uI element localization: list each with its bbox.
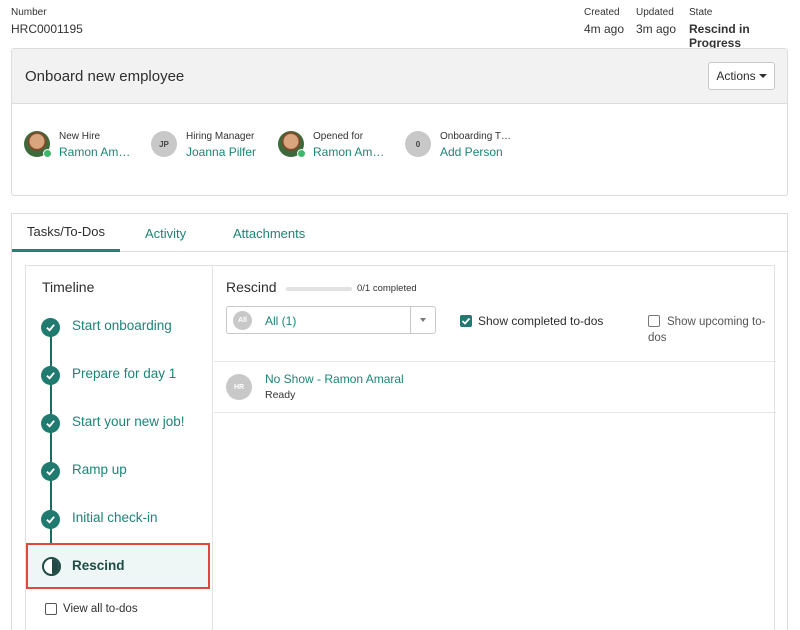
timeline-step[interactable]: Start onboarding bbox=[26, 309, 213, 345]
timeline-step-label: Start onboarding bbox=[72, 318, 172, 333]
stage-title: Rescind bbox=[226, 279, 277, 295]
todo-filter-select[interactable]: All All (1) bbox=[226, 306, 436, 334]
case-header: Onboard new employee Actions bbox=[12, 49, 787, 104]
view-all-todos-label: View all to-dos bbox=[63, 603, 138, 615]
show-completed-checkbox[interactable]: Show completed to-dos bbox=[460, 314, 603, 328]
filter-all-badge: All bbox=[233, 311, 252, 330]
person-name-link[interactable]: Ramon Am… bbox=[313, 145, 384, 159]
avatar: 0 bbox=[405, 131, 431, 157]
checkbox-icon bbox=[45, 603, 57, 615]
tab-attachments[interactable]: Attachments bbox=[218, 214, 320, 252]
timeline-step[interactable]: Initial check-in bbox=[26, 501, 213, 537]
avatar: JP bbox=[151, 131, 177, 157]
task-avatar: HR bbox=[226, 374, 252, 400]
timeline-step[interactable]: Prepare for day 1 bbox=[26, 357, 213, 393]
person-role: Opened for bbox=[313, 131, 364, 142]
timeline-step-label: Start your new job! bbox=[72, 414, 185, 429]
show-upcoming-label: Show upcoming to-dos bbox=[648, 316, 766, 344]
filter-divider bbox=[410, 307, 411, 333]
actions-button-label: Actions bbox=[716, 69, 756, 83]
created-label: Created bbox=[584, 7, 620, 18]
timeline-step-label: Prepare for day 1 bbox=[72, 366, 177, 381]
state-value: Rescind in Progress bbox=[689, 22, 750, 50]
progress-text: 0/1 completed bbox=[357, 283, 417, 294]
timeline-title: Timeline bbox=[42, 279, 95, 295]
timeline-step-current[interactable]: Rescind bbox=[26, 543, 210, 589]
created-field: Created 4m ago bbox=[584, 7, 624, 36]
number-label: Number bbox=[11, 7, 47, 18]
timeline-step[interactable]: Ramp up bbox=[26, 453, 213, 489]
check-circle-icon bbox=[41, 462, 60, 481]
person-role: Hiring Manager bbox=[186, 131, 255, 142]
chevron-down-icon bbox=[420, 318, 426, 322]
task-status: Ready bbox=[265, 389, 296, 401]
half-circle-in-progress-icon bbox=[42, 557, 61, 576]
check-circle-icon bbox=[41, 318, 60, 337]
number-field: Number HRC0001195 bbox=[11, 7, 83, 36]
todo-list-item[interactable]: HR No Show - Ramon Amaral Ready bbox=[214, 362, 776, 413]
case-header-card: Onboard new employee Actions New Hire Ra… bbox=[11, 48, 788, 196]
checkbox-icon bbox=[648, 315, 660, 327]
person-role: New Hire bbox=[59, 131, 101, 142]
updated-value: 3m ago bbox=[636, 22, 677, 36]
state-field: State Rescind in Progress bbox=[689, 7, 800, 50]
tabs-panel: Tasks/To-Dos Activity Attachments Timeli… bbox=[11, 213, 788, 630]
show-upcoming-checkbox[interactable]: Show upcoming to-dos bbox=[648, 314, 768, 346]
show-completed-label: Show completed to-dos bbox=[478, 314, 604, 328]
person-name-link[interactable]: Ramon Am… bbox=[59, 145, 130, 159]
timeline-step-label: Ramp up bbox=[72, 462, 127, 477]
online-status-icon bbox=[43, 149, 52, 158]
add-person-link[interactable]: Add Person bbox=[440, 145, 503, 159]
tab-activity[interactable]: Activity bbox=[130, 214, 201, 252]
check-circle-icon bbox=[41, 414, 60, 433]
case-title: Onboard new employee bbox=[25, 68, 185, 85]
todos-content: Rescind 0/1 completed All All (1) Show c… bbox=[214, 266, 776, 630]
tab-tasks-todos[interactable]: Tasks/To-Dos bbox=[12, 214, 121, 252]
progress-bar bbox=[286, 287, 352, 291]
number-value: HRC0001195 bbox=[11, 22, 83, 36]
timeline-step-label: Initial check-in bbox=[72, 510, 158, 525]
view-all-todos-checkbox[interactable]: View all to-dos bbox=[45, 603, 138, 615]
updated-field: Updated 3m ago bbox=[636, 7, 676, 36]
created-value: 4m ago bbox=[584, 22, 625, 36]
check-circle-icon bbox=[41, 366, 60, 385]
tasks-container: Timeline Start onboarding Prepare for da… bbox=[25, 265, 776, 630]
check-circle-icon bbox=[41, 510, 60, 529]
tab-bar: Tasks/To-Dos Activity Attachments bbox=[12, 214, 787, 252]
person-name-link[interactable]: Joanna Pilfer bbox=[186, 145, 256, 159]
timeline: Timeline Start onboarding Prepare for da… bbox=[26, 266, 213, 630]
checkbox-checked-icon bbox=[460, 315, 472, 327]
state-label: State bbox=[689, 7, 713, 18]
task-name-link[interactable]: No Show - Ramon Amaral bbox=[265, 372, 404, 386]
person-role: Onboarding T… bbox=[440, 131, 511, 142]
record-meta-bar: Number HRC0001195 Created 4m ago Updated… bbox=[0, 0, 800, 50]
actions-button[interactable]: Actions bbox=[708, 62, 775, 90]
filter-selected-value: All (1) bbox=[265, 314, 297, 328]
online-status-icon bbox=[297, 149, 306, 158]
timeline-step-label: Rescind bbox=[72, 558, 125, 573]
caret-down-icon bbox=[758, 74, 767, 78]
updated-label: Updated bbox=[636, 7, 674, 18]
timeline-step[interactable]: Start your new job! bbox=[26, 405, 213, 441]
people-row: New Hire Ramon Am… JP Hiring Manager Joa… bbox=[24, 129, 784, 169]
